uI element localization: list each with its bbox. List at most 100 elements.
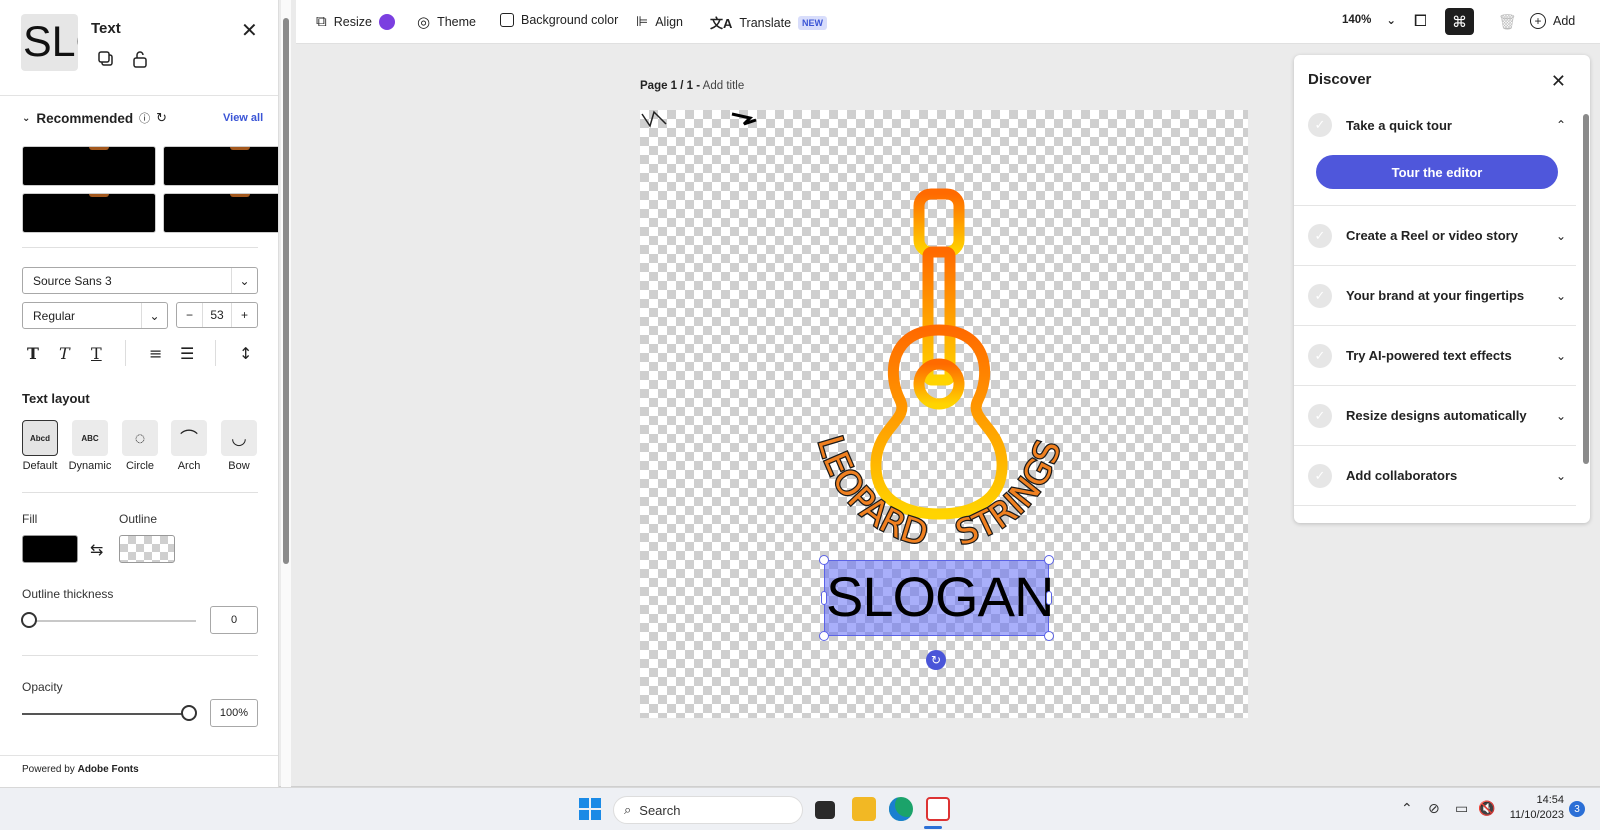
layout-dynamic-button[interactable]: ABC (72, 420, 108, 456)
discover-item-label: Your brand at your fingertips (1346, 288, 1525, 303)
discover-item-resize[interactable]: ✓ Resize designs automatically ⌄ (1294, 386, 1576, 446)
bold-icon[interactable]: T (27, 344, 39, 363)
check-circle-icon: ✓ (1308, 463, 1332, 488)
outline-color-swatch[interactable] (119, 535, 175, 563)
edge-browser-icon[interactable] (889, 797, 913, 821)
task-view-icon[interactable] (815, 801, 835, 819)
duplicate-icon[interactable] (97, 50, 115, 68)
tour-editor-button[interactable]: Tour the editor (1316, 155, 1558, 189)
list-icon[interactable]: ☰ (180, 344, 194, 363)
page-title: Page 1 / 1 - Add title (640, 80, 744, 92)
discover-scrollbar[interactable] (1582, 100, 1590, 520)
font-family-select[interactable]: Source Sans 3 ⌄ (22, 267, 258, 294)
volume-muted-icon[interactable]: 🔇 (1478, 800, 1495, 817)
discover-item-brand[interactable]: ✓ Your brand at your fingertips ⌄ (1294, 266, 1576, 326)
add-title-link[interactable]: Add title (703, 80, 745, 92)
divider (22, 492, 258, 493)
align-button[interactable]: ⊫ Align (636, 13, 683, 30)
new-badge: NEW (798, 15, 828, 30)
taskbar-search[interactable]: ⌕ Search (613, 796, 803, 824)
text-properties-panel: SLO Text ✕ ⌄ Recommended ⓘ ↻ View all So… (0, 0, 279, 787)
premium-crown-icon (378, 13, 395, 30)
discover-item-quick-tour[interactable]: ✓ Take a quick tour ⌃ (1294, 95, 1576, 155)
recommended-style-1[interactable] (22, 146, 156, 186)
background-color-label: Background color (521, 13, 619, 27)
increase-font-size-button[interactable]: + (231, 303, 257, 327)
theme-button[interactable]: ◎ Theme (417, 13, 476, 31)
resize-handle[interactable] (821, 591, 827, 605)
outline-label: Outline (119, 512, 158, 526)
view-all-link[interactable]: View all (223, 112, 263, 124)
discover-item-reel[interactable]: ✓ Create a Reel or video story ⌄ (1294, 206, 1576, 266)
recommended-style-3[interactable] (22, 193, 156, 233)
opacity-input[interactable]: 100% (210, 699, 258, 727)
swap-colors-icon[interactable]: ⇆ (90, 540, 103, 560)
layers-icon[interactable]: ⌘ (1445, 8, 1474, 35)
chevron-up-icon: ⌃ (1555, 118, 1567, 132)
recommended-label: Recommended (36, 110, 134, 126)
align-center-icon[interactable]: ≡ (149, 344, 162, 363)
refresh-icon[interactable]: ↻ (156, 110, 167, 126)
discover-item-label: Add collaborators (1346, 468, 1458, 483)
discover-item-collaborators[interactable]: ✓ Add collaborators ⌄ (1294, 446, 1576, 506)
windows-start-icon[interactable] (579, 798, 601, 820)
discover-item-ai-text-effects[interactable]: ✓ Try AI-powered text effects ⌄ (1294, 326, 1576, 386)
adobe-express-icon[interactable] (926, 797, 950, 821)
resize-handle[interactable] (1044, 631, 1054, 641)
check-circle-icon: ✓ (1308, 223, 1332, 248)
close-icon[interactable]: ✕ (1551, 71, 1566, 92)
background-color-button[interactable]: Background color (500, 13, 618, 27)
chevron-down-icon: ⌄ (1555, 288, 1567, 303)
left-panel-scrollbar[interactable] (281, 0, 291, 787)
adobe-fonts-link[interactable]: Adobe Fonts (78, 764, 139, 775)
font-size-input[interactable]: 53 (203, 303, 231, 327)
slogan-text[interactable]: SLOGAN (826, 562, 1054, 632)
close-icon[interactable]: ✕ (241, 18, 258, 43)
delete-icon[interactable]: 🗑 (1498, 13, 1517, 31)
outline-thickness-track[interactable] (29, 620, 196, 622)
line-spacing-icon[interactable]: ↕ (239, 344, 252, 363)
recommended-style-4[interactable] (163, 193, 278, 233)
layout-bow-button[interactable]: ◡ (221, 420, 257, 456)
file-explorer-icon[interactable] (852, 797, 876, 821)
chevron-up-icon[interactable]: ⌃ (1401, 800, 1413, 817)
opacity-track[interactable] (22, 713, 189, 715)
info-icon[interactable]: ⓘ (139, 110, 150, 126)
layout-arch-button[interactable]: ⌒ (171, 420, 207, 456)
recommended-header[interactable]: ⌄ Recommended ⓘ ↻ (22, 110, 167, 126)
discover-item-label: Resize designs automatically (1346, 408, 1527, 423)
network-icon[interactable]: ⊘ (1428, 800, 1440, 817)
fill-color-swatch[interactable] (22, 535, 78, 563)
font-style-select[interactable]: Regular ⌄ (22, 302, 168, 329)
scrollbar-thumb[interactable] (1583, 114, 1589, 464)
italic-icon[interactable]: T (59, 344, 70, 363)
resize-handle[interactable] (1044, 555, 1054, 565)
resize-handle[interactable] (1046, 591, 1052, 605)
decrease-font-size-button[interactable]: − (177, 303, 203, 327)
underline-icon[interactable]: T (91, 344, 102, 363)
resize-handle[interactable] (819, 631, 829, 641)
display-icon[interactable]: ▭ (1455, 800, 1468, 817)
resize-label: Resize (333, 14, 372, 29)
notification-badge[interactable]: 3 (1569, 801, 1585, 817)
layout-circle-button[interactable]: ◌ (122, 420, 158, 456)
rotate-icon[interactable]: ↻ (926, 650, 946, 670)
chevron-down-icon: ⌄ (1555, 468, 1567, 483)
outline-thickness-input[interactable]: 0 (210, 606, 258, 634)
text-thumbnail: SLO (21, 14, 78, 71)
resize-button[interactable]: ⧉ Resize (316, 13, 395, 30)
outline-thickness-slider[interactable] (21, 612, 37, 628)
opacity-slider[interactable] (181, 705, 197, 721)
pages-icon[interactable]: ⧠ (1414, 13, 1427, 31)
unlock-icon[interactable] (131, 50, 149, 68)
zoom-select[interactable]: 140% ⌄ (1342, 13, 1396, 27)
chevron-down-icon: ⌄ (1555, 348, 1567, 363)
recommended-style-2[interactable] (163, 146, 278, 186)
layout-caption: Bow (228, 460, 250, 472)
taskbar-clock[interactable]: 14:54 11/10/2023 (1502, 793, 1564, 823)
translate-button[interactable]: 文A Translate NEW (710, 13, 828, 32)
layout-default-button[interactable]: Abcd (22, 420, 58, 456)
scrollbar-thumb[interactable] (283, 18, 289, 564)
resize-handle[interactable] (819, 555, 829, 565)
add-button[interactable]: + Add (1530, 13, 1575, 29)
